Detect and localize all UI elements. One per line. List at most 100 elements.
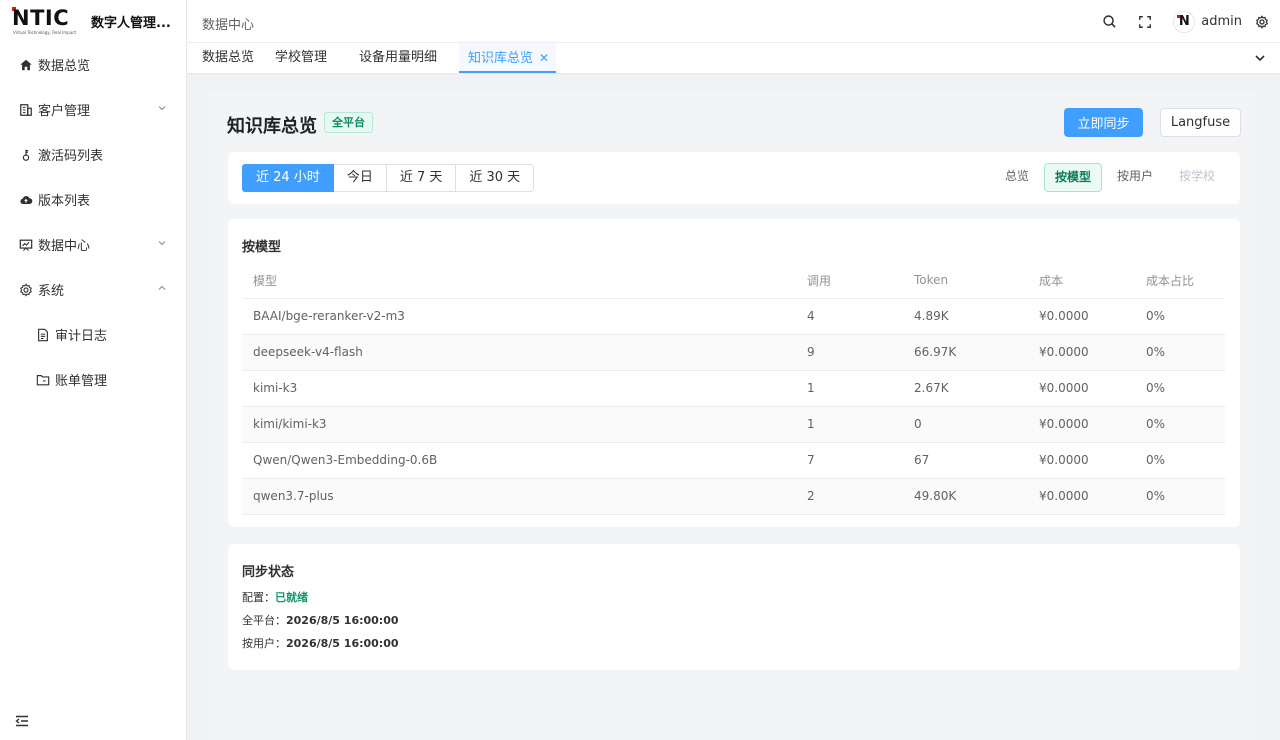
model-table-title: 按模型 [242, 240, 282, 255]
sync-now-button[interactable]: 立即同步 [1064, 108, 1143, 137]
time-range-selector: 近 24 小时 今日 近 7 天 近 30 天 [242, 164, 535, 192]
sidebar-item-audit-log[interactable]: 审计日志 [0, 312, 186, 357]
range-24h[interactable]: 近 24 小时 [242, 164, 334, 192]
range-today[interactable]: 今日 [333, 164, 387, 192]
platform-badge: 全平台 [324, 112, 373, 133]
chevron-down-icon[interactable] [157, 103, 167, 113]
chart-board-icon [19, 238, 33, 252]
tab-overview[interactable]: 数据总览 [202, 43, 254, 74]
cell-model: kimi/kimi-k3 [242, 406, 796, 443]
fullscreen-icon[interactable] [1137, 14, 1153, 30]
sync-platform-line: 全平台：2026/8/5 16:00:00 [242, 612, 399, 628]
gear-icon[interactable] [1254, 14, 1270, 30]
cell-cost: ¥0.0000 [1028, 370, 1135, 407]
model-table: 模型 调用 Token 成本 成本占比 BAAI/bge-reranker-v2… [242, 263, 1225, 515]
cell-cost-ratio: 0% [1135, 442, 1225, 479]
table-row: deepseek-v4-flash 9 66.97K ¥0.0000 0% [242, 334, 1225, 371]
sidebar-item-label: 数据总览 [38, 59, 91, 74]
column-header-cost-ratio: 成本占比 [1135, 263, 1225, 299]
sidebar-item-overview[interactable]: 数据总览 [0, 42, 186, 87]
sync-platform-value: 2026/8/5 16:00:00 [286, 614, 399, 627]
tab-knowledge-base[interactable]: 知识库总览 ✕ [468, 43, 549, 74]
tab-device-usage[interactable]: 设备用量明细 [359, 43, 437, 74]
sync-config-value: 已就绪 [275, 591, 308, 604]
folder-icon [36, 373, 50, 387]
range-30d[interactable]: 近 30 天 [456, 164, 535, 192]
username[interactable]: admin [1201, 14, 1242, 29]
sync-config-label: 配置： [242, 591, 275, 604]
column-header-cost: 成本 [1028, 263, 1135, 299]
view-overview[interactable]: 总览 [1005, 163, 1029, 192]
sync-config-line: 配置：已就绪 [242, 589, 308, 605]
key-icon [19, 148, 33, 162]
cell-cost: ¥0.0000 [1028, 406, 1135, 443]
sync-status-card: 同步状态 配置：已就绪 全平台：2026/8/5 16:00:00 按用户：20… [228, 544, 1240, 670]
model-table-card: 按模型 模型 调用 Token 成本 成本占比 BAAI/bge-reranke… [228, 219, 1240, 527]
logo[interactable]: NTIC Virtual Technology, Real Impact 数字人… [0, 0, 186, 42]
cell-cost-ratio: 0% [1135, 370, 1225, 407]
chevron-up-icon[interactable] [157, 283, 167, 293]
tab-label: 知识库总览 [468, 51, 534, 66]
sidebar-item-data-center[interactable]: 数据中心 [0, 222, 186, 267]
sidebar-item-customers[interactable]: 客户管理 [0, 87, 186, 132]
cell-cost: ¥0.0000 [1028, 478, 1135, 515]
table-header-row: 模型 调用 Token 成本 成本占比 [242, 263, 1225, 299]
sidebar-item-system[interactable]: 系统 [0, 267, 186, 312]
cell-cost-ratio: 0% [1135, 478, 1225, 515]
avatar[interactable]: N [1173, 10, 1196, 33]
logo-text: NTIC [12, 6, 70, 30]
cell-cost: ¥0.0000 [1028, 298, 1135, 335]
cell-model: qwen3.7-plus [242, 478, 796, 515]
tab-schools[interactable]: 学校管理 [275, 43, 327, 74]
table-row: BAAI/bge-reranker-v2-m3 4 4.89K ¥0.0000 … [242, 298, 1225, 335]
cell-token: 49.80K [903, 478, 1028, 515]
document-icon [36, 328, 50, 342]
sync-status-title: 同步状态 [242, 565, 295, 580]
view-by-school: 按学校 [1179, 169, 1216, 183]
breadcrumb: 数据中心 [202, 18, 255, 33]
view-by-user[interactable]: 按用户 [1117, 163, 1153, 192]
filter-card: 近 24 小时 今日 近 7 天 近 30 天 总览 按模型 按用户 按学校 [228, 152, 1240, 204]
app-title: 数字人管理... [91, 15, 171, 31]
sidebar-item-versions[interactable]: 版本列表 [0, 177, 186, 222]
sidebar-item-label: 审计日志 [55, 329, 108, 344]
sidebar-item-label: 激活码列表 [38, 149, 104, 164]
sync-platform-label: 全平台： [242, 614, 286, 627]
sidebar-collapse-icon[interactable] [15, 714, 29, 728]
sidebar-item-label: 系统 [38, 284, 65, 299]
langfuse-button[interactable]: Langfuse [1160, 108, 1241, 137]
sidebar-menu: 数据总览 客户管理 激活码列表 版本列表 数据中心 系统 审计日志 账单管理 [0, 42, 186, 402]
cell-cost-ratio: 0% [1135, 406, 1225, 443]
tabs-bar: 数据总览 学校管理 设备用量明细 知识库总览 ✕ [187, 43, 1280, 74]
cell-model: deepseek-v4-flash [242, 334, 796, 371]
chevron-down-icon[interactable] [157, 238, 167, 248]
header-actions: N admin [1101, 0, 1280, 43]
search-icon[interactable] [1101, 14, 1117, 30]
view-by-model[interactable]: 按模型 [1044, 163, 1103, 192]
cell-token: 66.97K [903, 334, 1028, 371]
range-7d[interactable]: 近 7 天 [386, 164, 457, 192]
logo-mark: NTIC Virtual Technology, Real Impact [12, 6, 82, 36]
cell-calls: 1 [796, 406, 903, 443]
logo-subtitle: Virtual Technology, Real Impact [13, 30, 77, 35]
cell-calls: 2 [796, 478, 903, 515]
close-icon[interactable]: ✕ [539, 51, 549, 65]
sidebar-item-label: 客户管理 [38, 104, 91, 119]
sidebar-item-label: 账单管理 [55, 374, 108, 389]
chevron-down-icon[interactable] [1254, 52, 1266, 64]
table-row: kimi-k3 1 2.67K ¥0.0000 0% [242, 370, 1225, 407]
sidebar-item-label: 数据中心 [38, 239, 91, 254]
home-icon [19, 58, 33, 72]
sidebar-item-activation-codes[interactable]: 激活码列表 [0, 132, 186, 177]
gear-icon [19, 282, 33, 297]
sidebar-item-billing[interactable]: 账单管理 [0, 357, 186, 402]
cell-cost: ¥0.0000 [1028, 334, 1135, 371]
sidebar-item-label: 版本列表 [38, 194, 91, 209]
table-row: qwen3.7-plus 2 49.80K ¥0.0000 0% [242, 478, 1225, 515]
column-header-model: 模型 [242, 263, 796, 299]
main-content: 知识库总览 全平台 立即同步 Langfuse 近 24 小时 今日 近 7 天… [209, 91, 1258, 740]
table-row: Qwen/Qwen3-Embedding-0.6B 7 67 ¥0.0000 0… [242, 442, 1225, 479]
cell-token: 0 [903, 406, 1028, 443]
cell-cost: ¥0.0000 [1028, 442, 1135, 479]
page-title: 知识库总览 [227, 116, 317, 137]
